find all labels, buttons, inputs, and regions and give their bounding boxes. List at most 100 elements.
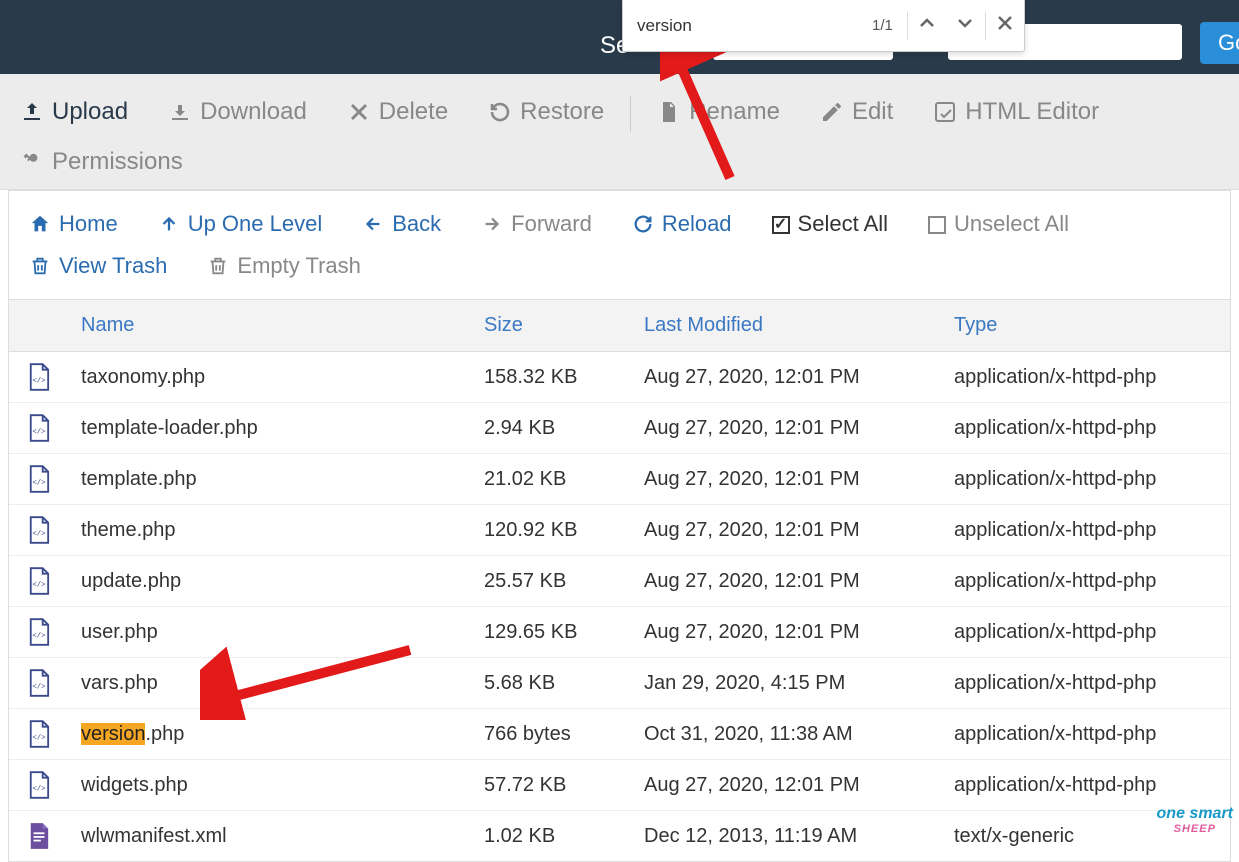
permissions-label: Permissions bbox=[52, 148, 183, 176]
file-name: wlwmanifest.xml bbox=[69, 825, 484, 848]
file-size: 57.72 KB bbox=[484, 774, 644, 797]
col-name[interactable]: Name bbox=[69, 314, 484, 337]
file-name: vars.php bbox=[69, 672, 484, 695]
file-size: 766 bytes bbox=[484, 723, 644, 746]
delete-button[interactable]: Delete bbox=[327, 90, 468, 134]
table-row[interactable]: update.php25.57 KBAug 27, 2020, 12:01 PM… bbox=[9, 556, 1230, 607]
php-file-icon bbox=[9, 465, 69, 493]
find-close-button[interactable] bbox=[986, 0, 1024, 51]
navigation-bar: Home Up One Level Back Forward Reload Se… bbox=[8, 190, 1231, 300]
php-file-icon bbox=[9, 771, 69, 799]
up-one-level-button[interactable]: Up One Level bbox=[138, 203, 343, 245]
unselect-all-button[interactable]: Unselect All bbox=[908, 203, 1089, 245]
go-button[interactable]: Go bbox=[1200, 22, 1239, 64]
table-row[interactable]: vars.php5.68 KBJan 29, 2020, 4:15 PMappl… bbox=[9, 658, 1230, 709]
file-modified: Aug 27, 2020, 12:01 PM bbox=[644, 774, 954, 797]
table-row[interactable]: template.php21.02 KBAug 27, 2020, 12:01 … bbox=[9, 454, 1230, 505]
select-all-button[interactable]: Select All bbox=[752, 203, 909, 245]
file-type: application/x-httpd-php bbox=[954, 366, 1230, 389]
find-prev-button[interactable] bbox=[908, 0, 946, 51]
reload-icon bbox=[632, 213, 654, 235]
col-icon bbox=[9, 314, 69, 337]
file-size: 158.32 KB bbox=[484, 366, 644, 389]
delete-label: Delete bbox=[379, 98, 448, 126]
col-type[interactable]: Type bbox=[954, 314, 1230, 337]
permissions-button[interactable]: Permissions bbox=[0, 140, 203, 184]
close-icon bbox=[993, 11, 1017, 41]
find-next-button[interactable] bbox=[946, 0, 984, 51]
reload-button[interactable]: Reload bbox=[612, 203, 752, 245]
watermark: one smart SHEEP bbox=[1157, 805, 1233, 835]
table-row[interactable]: version.php766 bytesOct 31, 2020, 11:38 … bbox=[9, 709, 1230, 760]
php-file-icon bbox=[9, 414, 69, 442]
select-all-label: Select All bbox=[798, 211, 889, 237]
empty-trash-label: Empty Trash bbox=[237, 253, 360, 279]
up-arrow-icon bbox=[158, 213, 180, 235]
restore-button[interactable]: Restore bbox=[468, 90, 624, 134]
file-name: version.php bbox=[69, 723, 484, 746]
edit-button[interactable]: Edit bbox=[800, 90, 913, 134]
php-file-icon bbox=[9, 516, 69, 544]
file-modified: Jan 29, 2020, 4:15 PM bbox=[644, 672, 954, 695]
empty-trash-button[interactable]: Empty Trash bbox=[187, 245, 380, 287]
home-button[interactable]: Home bbox=[9, 203, 138, 245]
find-in-page-bar: 1/1 bbox=[622, 0, 1025, 52]
edit-label: Edit bbox=[852, 98, 893, 126]
file-name: template-loader.php bbox=[69, 417, 484, 440]
view-trash-button[interactable]: View Trash bbox=[9, 245, 187, 287]
back-button[interactable]: Back bbox=[342, 203, 461, 245]
file-modified: Aug 27, 2020, 12:01 PM bbox=[644, 468, 954, 491]
file-modified: Aug 27, 2020, 12:01 PM bbox=[644, 621, 954, 644]
watermark-line2: SHEEP bbox=[1157, 823, 1233, 835]
forward-label: Forward bbox=[511, 211, 592, 237]
find-count: 1/1 bbox=[872, 17, 907, 34]
file-type: application/x-httpd-php bbox=[954, 519, 1230, 542]
chevron-down-icon bbox=[953, 11, 977, 41]
upload-icon bbox=[20, 100, 44, 124]
col-size[interactable]: Size bbox=[484, 314, 644, 337]
home-icon bbox=[29, 213, 51, 235]
file-type: application/x-httpd-php bbox=[954, 621, 1230, 644]
col-modified[interactable]: Last Modified bbox=[644, 314, 954, 337]
find-input[interactable] bbox=[623, 0, 872, 51]
table-row[interactable]: wlwmanifest.xml1.02 KBDec 12, 2013, 11:1… bbox=[9, 811, 1230, 861]
file-size: 1.02 KB bbox=[484, 825, 644, 848]
upload-button[interactable]: Upload bbox=[0, 90, 148, 134]
download-button[interactable]: Download bbox=[148, 90, 327, 134]
arrow-right-icon bbox=[481, 213, 503, 235]
table-row[interactable]: template-loader.php2.94 KBAug 27, 2020, … bbox=[9, 403, 1230, 454]
table-row[interactable]: taxonomy.php158.32 KBAug 27, 2020, 12:01… bbox=[9, 352, 1230, 403]
rename-label: Rename bbox=[689, 98, 780, 126]
restore-label: Restore bbox=[520, 98, 604, 126]
file-type: application/x-httpd-php bbox=[954, 723, 1230, 746]
file-modified: Aug 27, 2020, 12:01 PM bbox=[644, 519, 954, 542]
file-name: widgets.php bbox=[69, 774, 484, 797]
file-name: update.php bbox=[69, 570, 484, 593]
download-label: Download bbox=[200, 98, 307, 126]
file-type: application/x-httpd-php bbox=[954, 417, 1230, 440]
file-modified: Dec 12, 2013, 11:19 AM bbox=[644, 825, 954, 848]
file-action-toolbar: Upload Download Delete Restore Rename Ed… bbox=[0, 74, 1239, 190]
html-editor-button[interactable]: HTML Editor bbox=[913, 90, 1119, 134]
html-editor-label: HTML Editor bbox=[965, 98, 1099, 126]
rename-button[interactable]: Rename bbox=[637, 90, 800, 134]
table-row[interactable]: user.php129.65 KBAug 27, 2020, 12:01 PMa… bbox=[9, 607, 1230, 658]
file-modified: Aug 27, 2020, 12:01 PM bbox=[644, 417, 954, 440]
file-size: 5.68 KB bbox=[484, 672, 644, 695]
file-type: application/x-httpd-php bbox=[954, 570, 1230, 593]
pencil-icon bbox=[820, 100, 844, 124]
restore-icon bbox=[488, 100, 512, 124]
table-row[interactable]: theme.php120.92 KBAug 27, 2020, 12:01 PM… bbox=[9, 505, 1230, 556]
download-icon bbox=[168, 100, 192, 124]
file-type: application/x-httpd-php bbox=[954, 672, 1230, 695]
table-row[interactable]: widgets.php57.72 KBAug 27, 2020, 12:01 P… bbox=[9, 760, 1230, 811]
php-file-icon bbox=[9, 363, 69, 391]
file-size: 21.02 KB bbox=[484, 468, 644, 491]
forward-button[interactable]: Forward bbox=[461, 203, 612, 245]
trash-icon bbox=[29, 255, 51, 277]
upload-label: Upload bbox=[52, 98, 128, 126]
file-table: Name Size Last Modified Type taxonomy.ph… bbox=[8, 300, 1231, 862]
watermark-line1: one smart bbox=[1157, 805, 1233, 822]
back-label: Back bbox=[392, 211, 441, 237]
table-body: taxonomy.php158.32 KBAug 27, 2020, 12:01… bbox=[9, 352, 1230, 861]
